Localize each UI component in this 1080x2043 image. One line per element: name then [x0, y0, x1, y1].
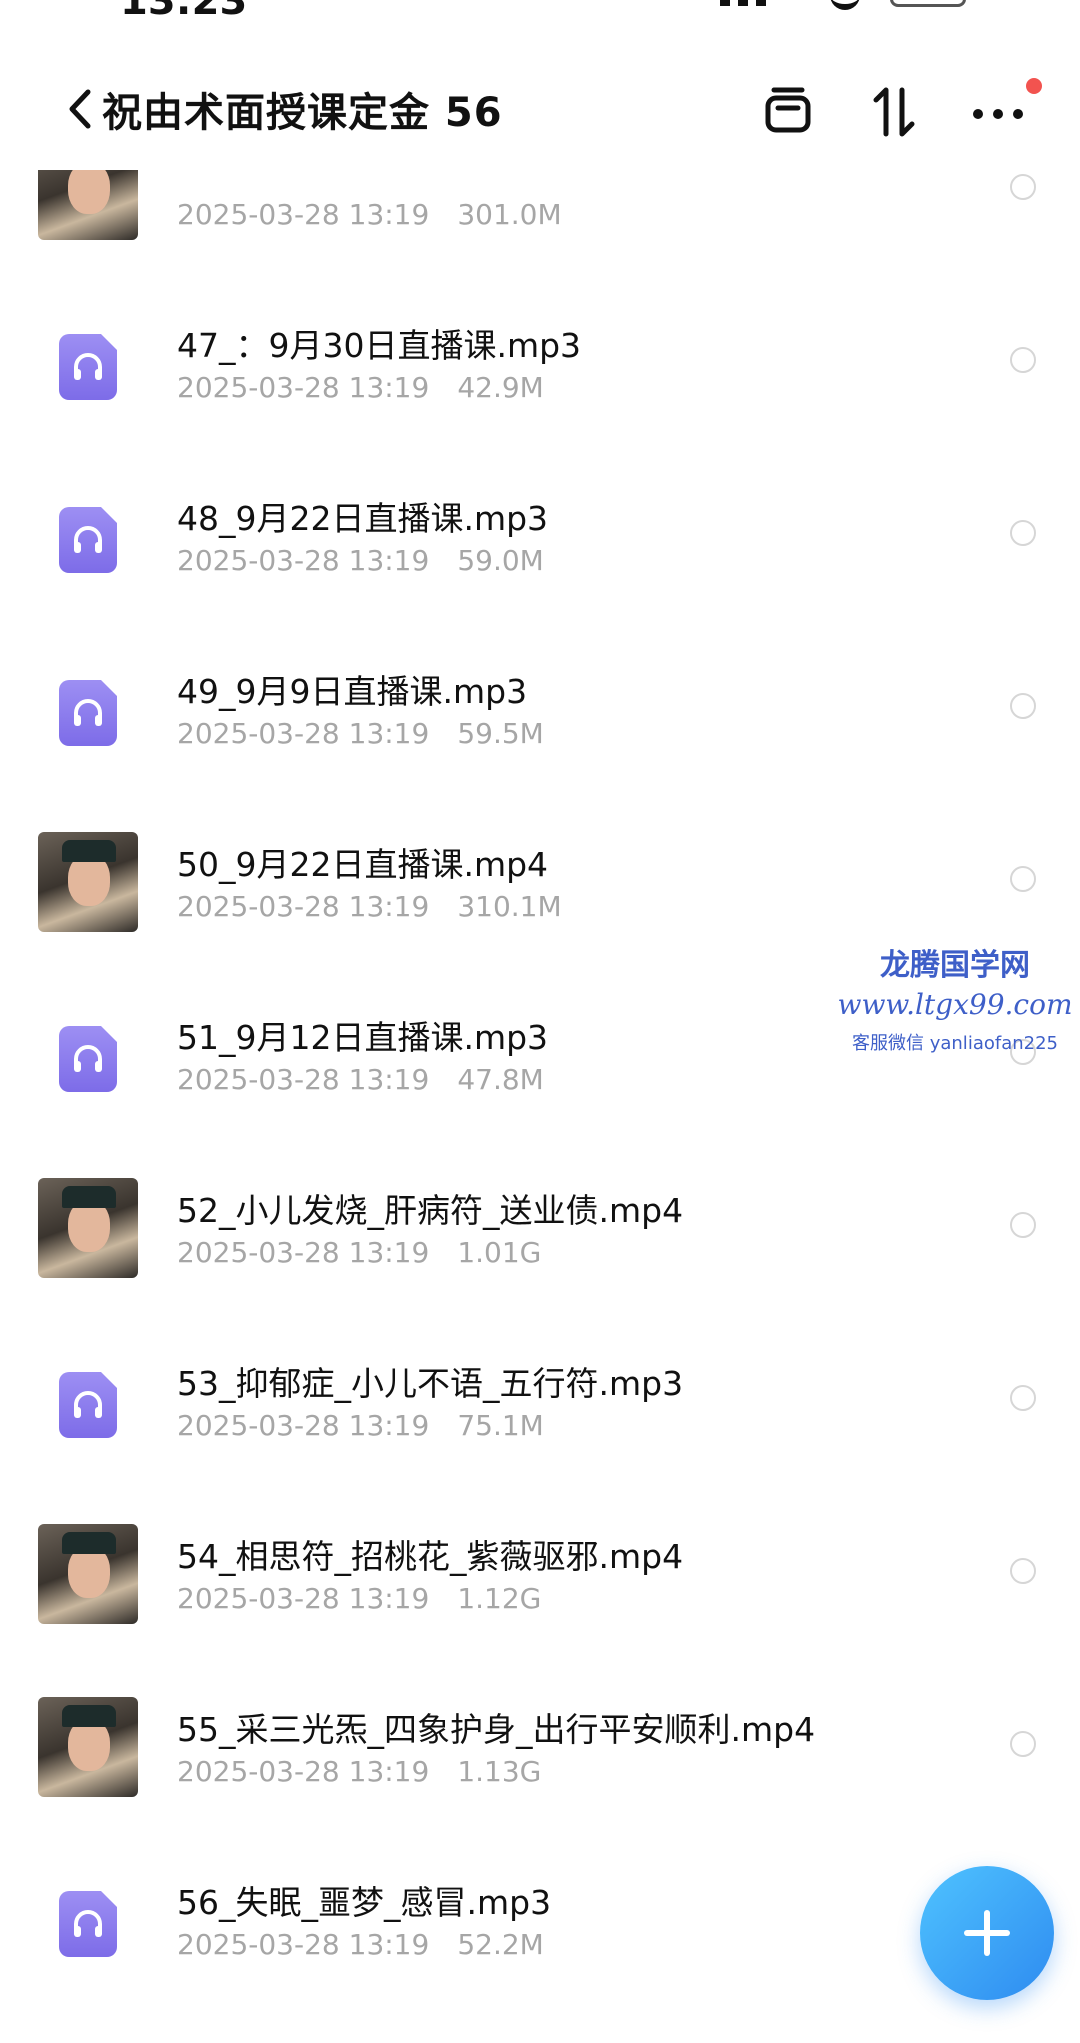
video-thumbnail — [38, 832, 138, 932]
file-size: 75.1M — [457, 1409, 544, 1442]
watermark: 龙腾国学网 www.ltgx99.com 客服微信 yanliaofan225 — [830, 940, 1080, 1055]
file-name: 55_采三光炁_四象护身_出行平安顺利.mp4 — [177, 1710, 816, 1749]
status-bar: 13:23 — [0, 0, 1080, 24]
file-row[interactable]: 54_相思符_招桃花_紫薇驱邪.mp4 2025-03-28 13:19 1.12G — [0, 1524, 1080, 1697]
file-date: 2025-03-28 13:19 — [177, 1063, 430, 1096]
file-date: 2025-03-28 13:19 — [177, 371, 430, 404]
file-name: 47_：9月30日直播课.mp3 — [177, 326, 582, 365]
file-date: 2025-03-28 13:19 — [177, 1582, 430, 1615]
file-name: 52_小儿发烧_肝病符_送业债.mp4 — [177, 1191, 684, 1230]
select-radio[interactable] — [1010, 1731, 1036, 1757]
audio-file-icon — [38, 1870, 138, 1970]
file-date: 2025-03-28 13:19 — [177, 198, 430, 231]
file-meta: 2025-03-28 13:19 1.13G — [177, 1755, 541, 1788]
select-radio[interactable] — [1010, 174, 1036, 200]
file-date: 2025-03-28 13:19 — [177, 1755, 430, 1788]
status-time: 13:23 — [120, 0, 248, 24]
select-radio[interactable] — [1010, 520, 1036, 546]
file-name: 54_相思符_招桃花_紫薇驱邪.mp4 — [177, 1537, 684, 1576]
file-row[interactable]: 56_失眠_噩梦_感冒.mp3 2025-03-28 13:19 52.2M — [0, 1870, 1080, 2043]
watermark-url: www.ltgx99.com — [837, 988, 1073, 1021]
video-thumbnail — [38, 1524, 138, 1624]
audio-file-icon — [38, 1351, 138, 1451]
file-row[interactable]: 53_抑郁症_小儿不语_五行符.mp3 2025-03-28 13:19 75.1M — [0, 1351, 1080, 1524]
select-radio[interactable] — [1010, 1558, 1036, 1584]
more-icon[interactable] — [970, 84, 1026, 140]
add-button[interactable] — [920, 1866, 1054, 2000]
select-radio[interactable] — [1010, 1385, 1036, 1411]
file-meta: 2025-03-28 13:19 75.1M — [177, 1409, 544, 1442]
audio-file-icon — [38, 313, 138, 413]
back-arrow-icon[interactable] — [64, 88, 96, 130]
file-row[interactable]: 49_9月9日直播课.mp3 2025-03-28 13:19 59.5M — [0, 659, 1080, 832]
file-size: 59.0M — [457, 544, 544, 577]
file-size: 47.8M — [457, 1063, 544, 1096]
file-row[interactable]: 48_9月22日直播课.mp3 2025-03-28 13:19 59.0M — [0, 486, 1080, 659]
file-size: 52.2M — [457, 1928, 544, 1961]
file-name: 50_9月22日直播课.mp4 — [177, 845, 549, 884]
file-date: 2025-03-28 13:19 — [177, 1928, 430, 1961]
file-row[interactable]: 55_采三光炁_四象护身_出行平安顺利.mp4 2025-03-28 13:19 1… — [0, 1697, 1080, 1870]
audio-file-icon — [38, 1005, 138, 1105]
page-title: 祝由术面授课定金 56 — [102, 90, 503, 136]
file-name: 56_失眠_噩梦_感冒.mp3 — [177, 1883, 552, 1922]
wifi-icon — [830, 0, 860, 10]
file-size: 1.12G — [457, 1582, 542, 1615]
file-row[interactable]: 47_：9月30日直播课.mp3 2025-03-28 13:19 42.9M — [0, 313, 1080, 486]
file-date: 2025-03-28 13:19 — [177, 890, 430, 923]
file-date: 2025-03-28 13:19 — [177, 1236, 430, 1269]
status-icons — [720, 0, 980, 10]
select-radio[interactable] — [1010, 866, 1036, 892]
file-name: 49_9月9日直播课.mp3 — [177, 672, 528, 711]
notification-dot — [1026, 78, 1042, 94]
file-size: 1.13G — [457, 1755, 542, 1788]
file-meta: 2025-03-28 13:19 42.9M — [177, 371, 544, 404]
top-bar: 祝由术面授课定金 56 — [0, 40, 1080, 170]
file-meta: 2025-03-28 13:19 310.1M — [177, 890, 562, 923]
select-radio[interactable] — [1010, 693, 1036, 719]
battery-icon — [890, 0, 966, 7]
file-name: 53_抑郁症_小儿不语_五行符.mp3 — [177, 1364, 684, 1403]
file-date: 2025-03-28 13:19 — [177, 1409, 430, 1442]
file-size: 310.1M — [457, 890, 562, 923]
file-size: 1.01G — [457, 1236, 542, 1269]
audio-file-icon — [38, 486, 138, 586]
file-meta: 2025-03-28 13:19 1.12G — [177, 1582, 541, 1615]
select-radio[interactable] — [1010, 1212, 1036, 1238]
file-date: 2025-03-28 13:19 — [177, 717, 430, 750]
file-size: 42.9M — [457, 371, 544, 404]
file-name: 51_9月12日直播课.mp3 — [177, 1018, 549, 1057]
file-meta: 2025-03-28 13:19 47.8M — [177, 1063, 544, 1096]
file-size: 59.5M — [457, 717, 544, 750]
watermark-title: 龙腾国学网 — [880, 948, 1030, 983]
signal-icon — [720, 0, 780, 6]
file-row[interactable]: 52_小儿发烧_肝病符_送业债.mp4 2025-03-28 13:19 1.01G — [0, 1178, 1080, 1351]
file-meta: 2025-03-28 13:19 1.01G — [177, 1236, 541, 1269]
audio-file-icon — [38, 659, 138, 759]
file-date: 2025-03-28 13:19 — [177, 544, 430, 577]
video-thumbnail — [38, 1178, 138, 1278]
file-meta: 2025-03-28 13:19 59.0M — [177, 544, 544, 577]
file-meta: 2025-03-28 13:19 301.0M — [177, 198, 562, 231]
file-size: 301.0M — [457, 198, 562, 231]
video-thumbnail — [38, 1697, 138, 1797]
file-name: 48_9月22日直播课.mp3 — [177, 499, 549, 538]
file-meta: 2025-03-28 13:19 52.2M — [177, 1928, 544, 1961]
sort-icon[interactable] — [866, 84, 922, 140]
clipboard-icon[interactable] — [760, 84, 816, 140]
select-radio[interactable] — [1010, 347, 1036, 373]
file-meta: 2025-03-28 13:19 59.5M — [177, 717, 544, 750]
watermark-contact: 客服微信 yanliaofan225 — [852, 1033, 1058, 1054]
